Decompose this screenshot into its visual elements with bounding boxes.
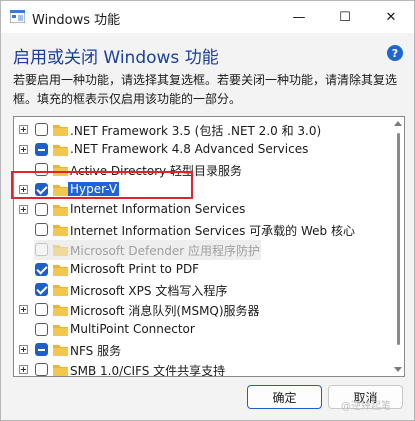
question-icon: ?	[391, 46, 399, 60]
feature-checkbox[interactable]	[35, 323, 48, 336]
close-icon: ✕	[385, 9, 397, 25]
feature-row[interactable]: Microsoft 消息队列(MSMQ)服务器	[14, 300, 390, 320]
plus-box-icon[interactable]	[19, 305, 28, 314]
folder-icon	[53, 365, 68, 376]
folder-icon	[53, 285, 68, 296]
vertical-scrollbar[interactable]	[392, 117, 404, 376]
feature-row[interactable]: MultiPoint Connector	[14, 320, 390, 340]
instructions-line-2: 框。填充的框表示仅启用该功能的一部分。	[13, 92, 242, 106]
close-button[interactable]: ✕	[368, 1, 414, 33]
maximize-button[interactable]: ☐	[322, 1, 368, 33]
feature-label: .NET Framework 4.8 Advanced Services	[70, 142, 309, 156]
folder-icon	[53, 305, 68, 316]
feature-row[interactable]: SMB 1.0/CIFS 文件共享支持	[14, 360, 390, 377]
feature-row[interactable]: Microsoft Print to PDF	[14, 260, 390, 280]
instructions-line-1: 若要启用一种功能，请选择其复选框。若要关闭一种功能，请清除其复选	[13, 73, 398, 87]
title-bar[interactable]: Windows 功能 — ☐ ✕	[1, 1, 414, 33]
plus-box-icon[interactable]	[19, 365, 28, 374]
folder-icon	[53, 345, 68, 356]
windows-features-icon	[10, 10, 25, 23]
page-title: 启用或关闭 Windows 功能	[13, 48, 219, 68]
feature-label: Internet Information Services	[70, 202, 246, 216]
maximize-icon: ☐	[339, 9, 351, 25]
feature-label: .NET Framework 3.5 (包括 .NET 2.0 和 3.0)	[70, 124, 322, 138]
feature-checkbox[interactable]	[35, 303, 48, 316]
feature-checkbox	[35, 243, 48, 256]
plus-box-icon[interactable]	[19, 125, 28, 134]
feature-label: Microsoft Defender 应用程序防护	[70, 244, 261, 258]
folder-icon	[53, 125, 68, 136]
plus-box-icon[interactable]	[19, 345, 28, 354]
folder-icon	[53, 225, 68, 236]
help-button[interactable]: ?	[387, 45, 403, 61]
feature-checkbox[interactable]	[35, 363, 48, 376]
feature-checkbox[interactable]	[35, 123, 48, 136]
minimize-icon: —	[292, 9, 306, 25]
feature-checkbox[interactable]	[35, 203, 48, 216]
scroll-down-icon[interactable]	[394, 367, 402, 372]
scrollbar-thumb[interactable]	[397, 133, 400, 345]
feature-label: Microsoft 消息队列(MSMQ)服务器	[70, 304, 260, 318]
features-tree[interactable]: .NET Framework 3.5 (包括 .NET 2.0 和 3.0) .N…	[13, 116, 405, 377]
feature-row[interactable]: Internet Information Services	[14, 200, 390, 220]
feature-checkbox[interactable]	[35, 143, 48, 156]
windows-features-dialog: Windows 功能 — ☐ ✕ 启用或关闭 Windows 功能 ? 若要启用…	[0, 0, 415, 421]
feature-label: SMB 1.0/CIFS 文件共享支持	[70, 364, 226, 377]
ok-button[interactable]: 确定	[247, 385, 322, 409]
folder-icon	[53, 205, 68, 216]
feature-checkbox[interactable]	[35, 283, 48, 296]
feature-row[interactable]: .NET Framework 3.5 (包括 .NET 2.0 和 3.0)	[14, 120, 390, 140]
plus-box-icon[interactable]	[19, 145, 28, 154]
folder-icon	[53, 265, 68, 276]
folder-icon	[53, 145, 68, 156]
feature-label: Microsoft Print to PDF	[70, 262, 200, 276]
plus-box-icon[interactable]	[19, 205, 28, 214]
feature-checkbox[interactable]	[35, 343, 48, 356]
window-title: Windows 功能	[32, 13, 121, 28]
feature-label: Microsoft XPS 文档写入程序	[70, 284, 228, 298]
folder-icon	[53, 245, 68, 256]
feature-label: NFS 服务	[70, 344, 122, 358]
annotation-highlight-box	[11, 171, 193, 199]
feature-row[interactable]: Internet Information Services 可承载的 Web 核…	[14, 220, 390, 240]
feature-label: MultiPoint Connector	[70, 322, 195, 336]
feature-row[interactable]: Microsoft Defender 应用程序防护	[14, 240, 390, 260]
minimize-button[interactable]: —	[276, 1, 322, 33]
feature-row[interactable]: Microsoft XPS 文档写入程序	[14, 280, 390, 300]
folder-icon	[53, 325, 68, 336]
scroll-up-icon[interactable]	[394, 121, 402, 126]
feature-label: Internet Information Services 可承载的 Web 核…	[70, 224, 355, 238]
feature-checkbox[interactable]	[35, 263, 48, 276]
instructions: 若要启用一种功能，请选择其复选框。若要关闭一种功能，请清除其复选 框。填充的框表…	[13, 71, 405, 109]
feature-row[interactable]: NFS 服务	[14, 340, 390, 360]
feature-checkbox[interactable]	[35, 223, 48, 236]
feature-row[interactable]: .NET Framework 4.8 Advanced Services	[14, 140, 390, 160]
watermark: @逆锋起笔	[341, 401, 391, 412]
